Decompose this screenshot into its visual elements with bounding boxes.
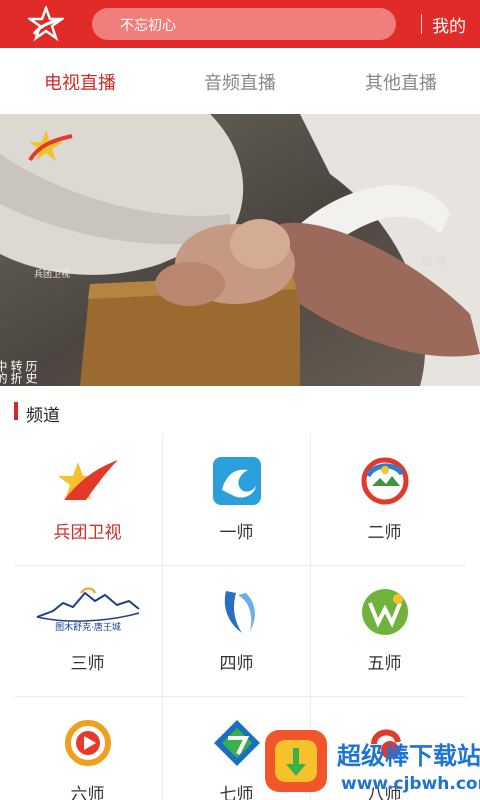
section-marker (14, 402, 18, 420)
video-player[interactable]: 兵团卫视 高清 历史转折中的邓小平 (0, 114, 480, 386)
channel-item-yishi[interactable]: 一师 (163, 434, 310, 566)
search-text: 不忘初心 (120, 18, 176, 34)
search-bar[interactable]: 不忘初心 (92, 8, 396, 40)
channels-header: 频道 (0, 386, 480, 434)
watermark-badge-icon (265, 730, 327, 792)
ershi-circle-icon (361, 457, 408, 505)
quality-label[interactable]: 高清 (421, 252, 449, 269)
bingtuan-star-icon (57, 460, 118, 500)
channel-label: 一师 (219, 523, 254, 543)
channel-watermark-text: 兵团卫视 (34, 270, 71, 280)
channel-item-sanshi[interactable]: 图木舒克·唐王城 三师 (14, 565, 161, 697)
video-frame (0, 114, 480, 386)
channel-label: 兵团卫视 (53, 523, 122, 543)
watermark-url: www.cjbwh.com (341, 774, 480, 794)
channel-label: 二师 (367, 523, 402, 543)
section-title: 频道 (26, 406, 60, 426)
header-divider (421, 14, 422, 34)
wushi-w-icon (361, 589, 408, 635)
mine-button[interactable]: 我的 (432, 12, 466, 37)
channel-item-bingtuan[interactable]: 兵团卫视 (14, 434, 161, 566)
channel-label: 三师 (70, 654, 105, 674)
channel-label: 六师 (70, 785, 105, 800)
download-arrow-icon (275, 740, 317, 782)
top-bar: 不忘初心 我的 (0, 0, 480, 48)
channel-label: 五师 (367, 654, 402, 674)
qishi-diamond-icon (213, 720, 260, 766)
channel-item-ershi[interactable]: 二师 (311, 434, 458, 566)
channel-item-liushi[interactable]: 六师 (14, 696, 161, 800)
channel-label: 四师 (219, 654, 254, 674)
sanshi-logo-text: 图木舒克·唐王城 (55, 621, 121, 633)
channel-item-sishi[interactable]: 四师 (163, 565, 310, 697)
liushi-play-icon (64, 720, 111, 766)
channel-item-wushi[interactable]: 五师 (311, 565, 458, 697)
tab-audio-live[interactable]: 音频直播 (204, 69, 276, 95)
sanshi-skyline-icon: 图木舒克·唐王城 (36, 587, 140, 633)
watermark-title: 超级棒下载站 (337, 742, 480, 770)
program-title: 历史转折中的邓小平 (0, 360, 38, 384)
live-tabs: 电视直播 音频直播 其他直播 (0, 48, 480, 114)
app-logo-icon[interactable] (28, 6, 64, 42)
tab-other-live[interactable]: 其他直播 (365, 69, 437, 95)
yishi-wave-icon (212, 457, 261, 505)
sishi-swoosh-icon (224, 591, 255, 633)
tab-tv-live[interactable]: 电视直播 (44, 69, 116, 95)
